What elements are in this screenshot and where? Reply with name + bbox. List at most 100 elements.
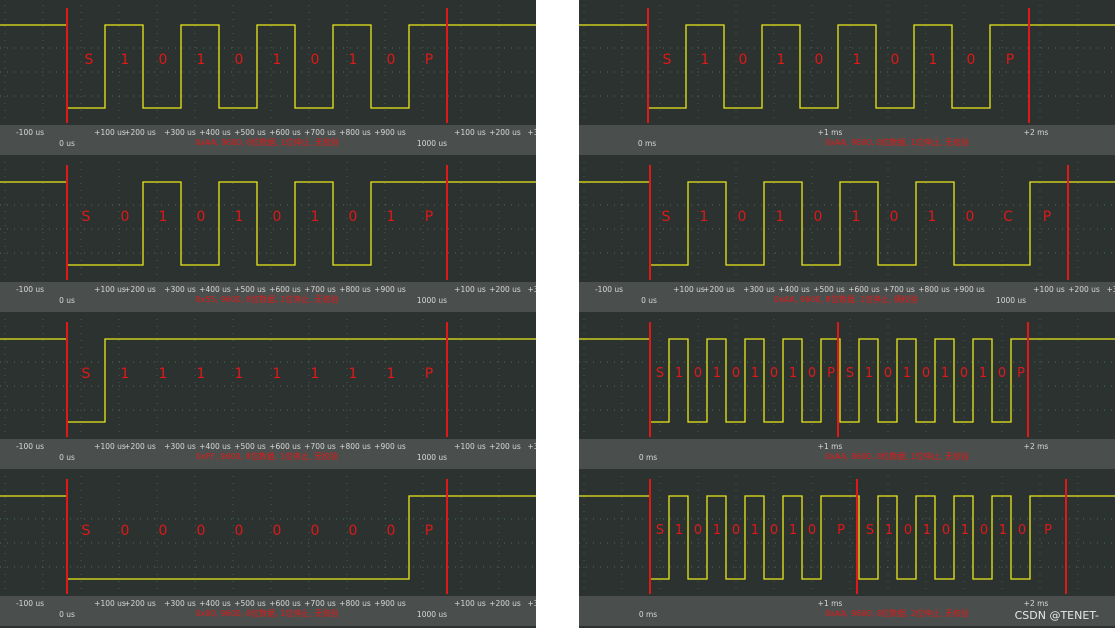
bit-label: 1 xyxy=(927,209,937,225)
tick-label: +800 us xyxy=(339,128,371,137)
tick-label: +700 us xyxy=(304,442,336,451)
tick-label: +700 us xyxy=(883,285,915,294)
bit-label: 1 xyxy=(922,523,932,538)
tick-label: +500 us xyxy=(234,128,266,137)
bit-label: 0 xyxy=(889,209,899,225)
decode-caption: 0xAA, 9600, 8位数据, 1位停止, 无校验 xyxy=(195,138,339,147)
bit-label: S xyxy=(84,52,94,68)
bit-label: 1 xyxy=(788,523,798,538)
capture-panel-aa-even-parity: S10101010CP -100 us +100 us +200 us +300 us… xyxy=(579,157,1115,314)
bit-label: 1 xyxy=(386,366,396,382)
bit-label: P xyxy=(827,366,835,381)
time-ruler[interactable]: +1 ms +2 ms 0 ms 0xAA, 9600, 8位数据, 1位停止, 无校… xyxy=(579,125,1115,155)
bit-label: S xyxy=(845,366,855,381)
time-ruler[interactable]: +1 ms +2 ms 0 ms 0xAA, 9600, 8位数据, 1位停止, 无校… xyxy=(579,439,1115,469)
bit-label: 1 xyxy=(750,523,760,538)
tick-label: +1 ms xyxy=(817,128,843,137)
watermark: CSDN @TENET- xyxy=(1014,609,1099,622)
tick-label: +3 xyxy=(527,442,536,451)
bit-label: S xyxy=(655,523,665,538)
bit-label: 1 xyxy=(348,52,358,68)
tick-label: +700 us xyxy=(304,599,336,608)
bit-label: 0 xyxy=(997,366,1007,381)
bit-label: 1 xyxy=(699,209,709,225)
tick-label: +400 us xyxy=(199,442,231,451)
reference-time-label: 0 us xyxy=(59,610,75,619)
tick-label: +3 xyxy=(527,599,536,608)
tick-label: -100 us xyxy=(15,285,45,294)
bit-label: 0 xyxy=(348,209,358,225)
bit-label: P xyxy=(1044,523,1052,538)
tick-label: +100 us xyxy=(454,442,486,451)
bit-label: P xyxy=(1017,366,1025,381)
tick-label: +100 us xyxy=(1033,285,1065,294)
time-ruler[interactable]: -100 us +100 us +200 us +300 us +400 us +500 … xyxy=(0,125,536,155)
tick-label: +100 us xyxy=(454,285,486,294)
bit-label: 0 xyxy=(814,52,824,68)
decode-caption: 0xAA, 9600, 8位数据, 1位停止, 无校验 xyxy=(825,138,969,147)
bit-label: 1 xyxy=(700,52,710,68)
tick-label: +300 us xyxy=(743,285,775,294)
reference-time-label: 0 ms xyxy=(638,610,658,619)
tick-label: +100 us xyxy=(454,599,486,608)
bit-label: 0 xyxy=(158,523,168,539)
tick-label: +100 us xyxy=(454,128,486,137)
bit-label: 1 xyxy=(234,366,244,382)
bit-label: 1 xyxy=(120,366,130,382)
bit-label: S xyxy=(655,366,665,381)
bit-label: 0 xyxy=(693,366,703,381)
bit-label: 1 xyxy=(788,366,798,381)
bit-label: 0 xyxy=(196,523,206,539)
bit-label: 1 xyxy=(776,52,786,68)
time-ruler[interactable]: -100 us +100 us +200 us +300 us +400 us +500 … xyxy=(0,282,536,312)
bit-label: C xyxy=(1003,209,1013,225)
bit-label: 1 xyxy=(712,366,722,381)
reference-time-label: 0 ms xyxy=(637,139,657,148)
tick-label: +300 us xyxy=(164,442,196,451)
tick-label: -100 us xyxy=(594,285,624,294)
bit-label: P xyxy=(424,52,434,68)
capture-panel-00-no-parity: S00000000P -100 us +100 us +200 us +300 us +… xyxy=(0,471,536,628)
tick-label: +200 us xyxy=(489,128,521,137)
reference-time-label: 1000 us xyxy=(416,610,448,619)
bit-label: 0 xyxy=(737,209,747,225)
bit-label: 1 xyxy=(348,366,358,382)
decode-caption: 0xAA, 9600, 8位数据, 1位停止, 无校验 xyxy=(825,452,969,461)
bit-label: P xyxy=(424,209,434,225)
tick-label: +700 us xyxy=(304,128,336,137)
reference-time-label: 0 us xyxy=(641,296,657,305)
time-ruler[interactable]: -100 us +100 us +200 us +300 us +400 us +500 … xyxy=(0,439,536,469)
tick-label: +800 us xyxy=(339,442,371,451)
tick-label: +100 us xyxy=(94,128,126,137)
tick-label: +2 ms xyxy=(1023,128,1049,137)
tick-label: +200 us xyxy=(124,285,156,294)
bit-label: 1 xyxy=(775,209,785,225)
bit-label: 0 xyxy=(310,523,320,539)
tick-label: +300 us xyxy=(164,599,196,608)
bit-label: 1 xyxy=(750,366,760,381)
time-ruler[interactable]: -100 us +100 us +200 us +300 us +400 us +500 … xyxy=(0,596,536,626)
tick-label: +800 us xyxy=(918,285,950,294)
tick-label: +3 xyxy=(527,285,536,294)
tick-label: +100 us xyxy=(673,285,705,294)
bit-label: P xyxy=(424,366,434,382)
bit-label: 0 xyxy=(120,523,130,539)
bit-label: 1 xyxy=(272,52,282,68)
capture-panel-aa-no-parity: S10101010P -100 us +100 us +200 us +300 us +… xyxy=(0,0,536,157)
tick-label: +1 ms xyxy=(817,599,843,608)
bit-label: 0 xyxy=(807,366,817,381)
tick-label: +800 us xyxy=(339,599,371,608)
tick-label: +500 us xyxy=(813,285,845,294)
capture-panel-55-no-parity: S01010101P -100 us +100 us +200 us +300 us +… xyxy=(0,157,536,314)
capture-panel-ff-no-parity: S11111111P -100 us +100 us +200 us +300 us +… xyxy=(0,314,536,471)
tick-label: +400 us xyxy=(778,285,810,294)
bit-label: 1 xyxy=(310,209,320,225)
bit-label: 0 xyxy=(234,52,244,68)
bit-label: 0 xyxy=(890,52,900,68)
bit-label: 1 xyxy=(386,209,396,225)
time-ruler[interactable]: -100 us +100 us +200 us +300 us +400 us +500 … xyxy=(579,282,1115,312)
tick-label: +200 us xyxy=(489,599,521,608)
tick-label: +100 us xyxy=(94,599,126,608)
tick-label: +900 us xyxy=(374,285,406,294)
tick-label: +900 us xyxy=(374,599,406,608)
